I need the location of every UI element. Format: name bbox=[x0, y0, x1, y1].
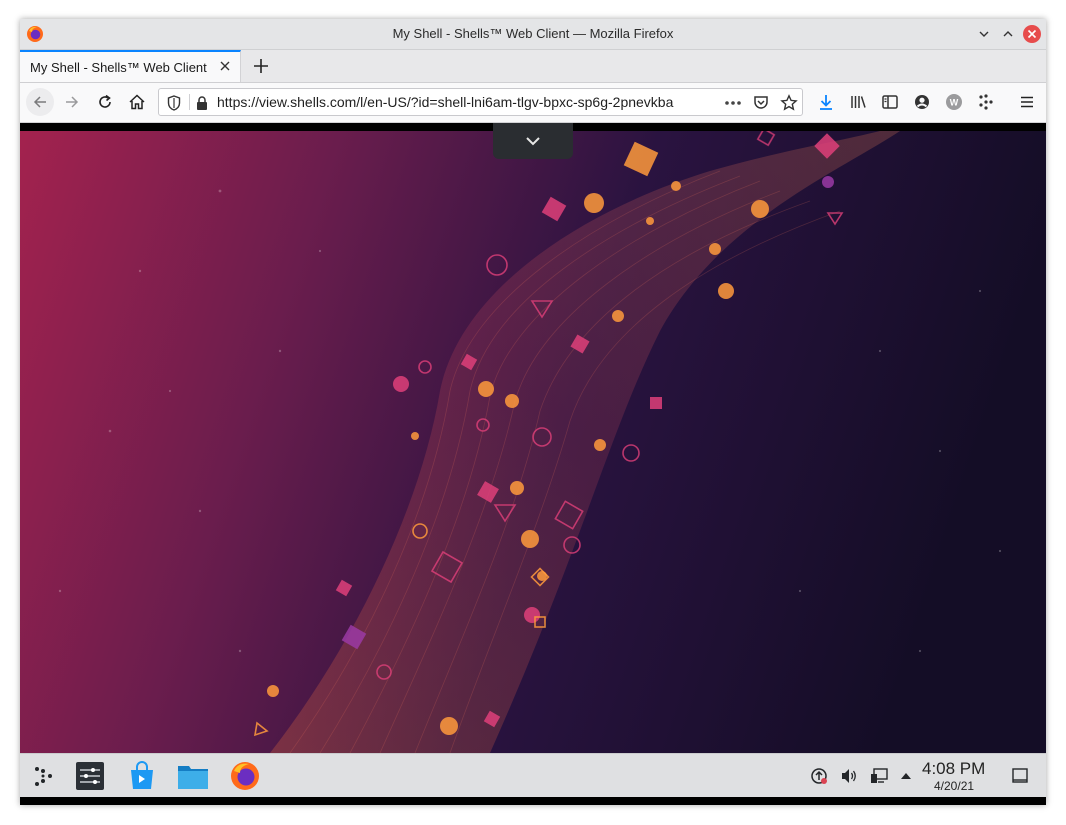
remote-desktop-view[interactable] bbox=[20, 123, 1046, 753]
extension-w-icon: W bbox=[946, 94, 962, 110]
reload-icon bbox=[99, 94, 111, 108]
window-bottom-edge bbox=[20, 797, 1046, 805]
clock-time[interactable]: 4:08 PM bbox=[922, 759, 985, 779]
file-manager-icon[interactable] bbox=[178, 761, 208, 791]
chevron-down-icon bbox=[979, 31, 989, 37]
extension-w-button[interactable]: W bbox=[943, 91, 965, 113]
chevron-up-icon bbox=[1003, 31, 1013, 37]
sidebar-icon bbox=[882, 95, 898, 109]
window-title: My Shell - Shells™ Web Client — Mozilla … bbox=[392, 26, 674, 41]
close-icon bbox=[1027, 29, 1037, 39]
account-button[interactable] bbox=[911, 91, 933, 113]
menu-icon bbox=[1021, 96, 1033, 108]
title-bar[interactable]: My Shell - Shells™ Web Client — Mozilla … bbox=[20, 19, 1046, 50]
system-settings-icon[interactable] bbox=[75, 761, 105, 791]
library-button[interactable] bbox=[847, 91, 869, 113]
application-launcher-icon[interactable] bbox=[28, 761, 58, 791]
download-icon bbox=[820, 95, 832, 110]
plasma-taskbar: 4:08 PM 4/20/21 bbox=[20, 753, 1046, 798]
url-bar[interactable]: https://view.shells.com/l/en-US/?id=shel… bbox=[158, 88, 803, 116]
page-actions-icon[interactable] bbox=[724, 100, 742, 106]
discover-store-icon[interactable] bbox=[127, 761, 157, 791]
downloads-button[interactable] bbox=[815, 91, 837, 113]
sidebar-button[interactable] bbox=[879, 91, 901, 113]
back-icon bbox=[33, 96, 46, 108]
close-tab-icon[interactable] bbox=[218, 59, 232, 73]
home-icon bbox=[129, 94, 145, 110]
tab-label: My Shell - Shells™ Web Client bbox=[30, 60, 207, 75]
pocket-icon[interactable] bbox=[752, 94, 770, 112]
navigation-toolbar: https://view.shells.com/l/en-US/?id=shel… bbox=[20, 83, 1046, 123]
extension-button[interactable] bbox=[975, 91, 997, 113]
clock-date[interactable]: 4/20/21 bbox=[934, 779, 974, 793]
show-desktop-icon[interactable] bbox=[1011, 767, 1029, 785]
lock-icon[interactable] bbox=[195, 95, 209, 111]
new-tab-icon[interactable] bbox=[250, 55, 272, 77]
tracking-shield-icon[interactable] bbox=[167, 95, 181, 111]
svg-text:W: W bbox=[950, 98, 959, 108]
menu-button[interactable] bbox=[1016, 91, 1038, 113]
maximize-button[interactable] bbox=[999, 25, 1017, 43]
extension-icon bbox=[979, 94, 993, 110]
chevron-down-icon bbox=[526, 137, 540, 146]
tab-strip: My Shell - Shells™ Web Client bbox=[20, 50, 1046, 83]
bookmark-star-icon[interactable] bbox=[780, 94, 798, 112]
forward-icon bbox=[66, 96, 79, 108]
volume-icon[interactable] bbox=[840, 767, 858, 785]
remote-toolbar-toggle[interactable] bbox=[493, 123, 573, 159]
firefox-icon[interactable] bbox=[230, 761, 260, 791]
tray-expander-icon[interactable] bbox=[897, 767, 915, 785]
url-text[interactable]: https://view.shells.com/l/en-US/?id=shel… bbox=[217, 94, 673, 110]
library-icon bbox=[851, 96, 866, 108]
network-icon[interactable] bbox=[870, 767, 888, 785]
forward-button[interactable] bbox=[61, 91, 83, 113]
close-window-button[interactable] bbox=[1023, 25, 1041, 43]
back-button[interactable] bbox=[26, 88, 54, 116]
firefox-window: My Shell - Shells™ Web Client — Mozilla … bbox=[20, 19, 1046, 805]
minimize-button[interactable] bbox=[975, 25, 993, 43]
desktop-wallpaper bbox=[20, 131, 1046, 753]
account-icon bbox=[915, 95, 929, 109]
update-notifier-icon[interactable] bbox=[810, 767, 828, 785]
reload-button[interactable] bbox=[94, 91, 116, 113]
url-separator bbox=[189, 94, 190, 110]
tab-my-shell[interactable]: My Shell - Shells™ Web Client bbox=[20, 50, 241, 82]
home-button[interactable] bbox=[126, 91, 148, 113]
